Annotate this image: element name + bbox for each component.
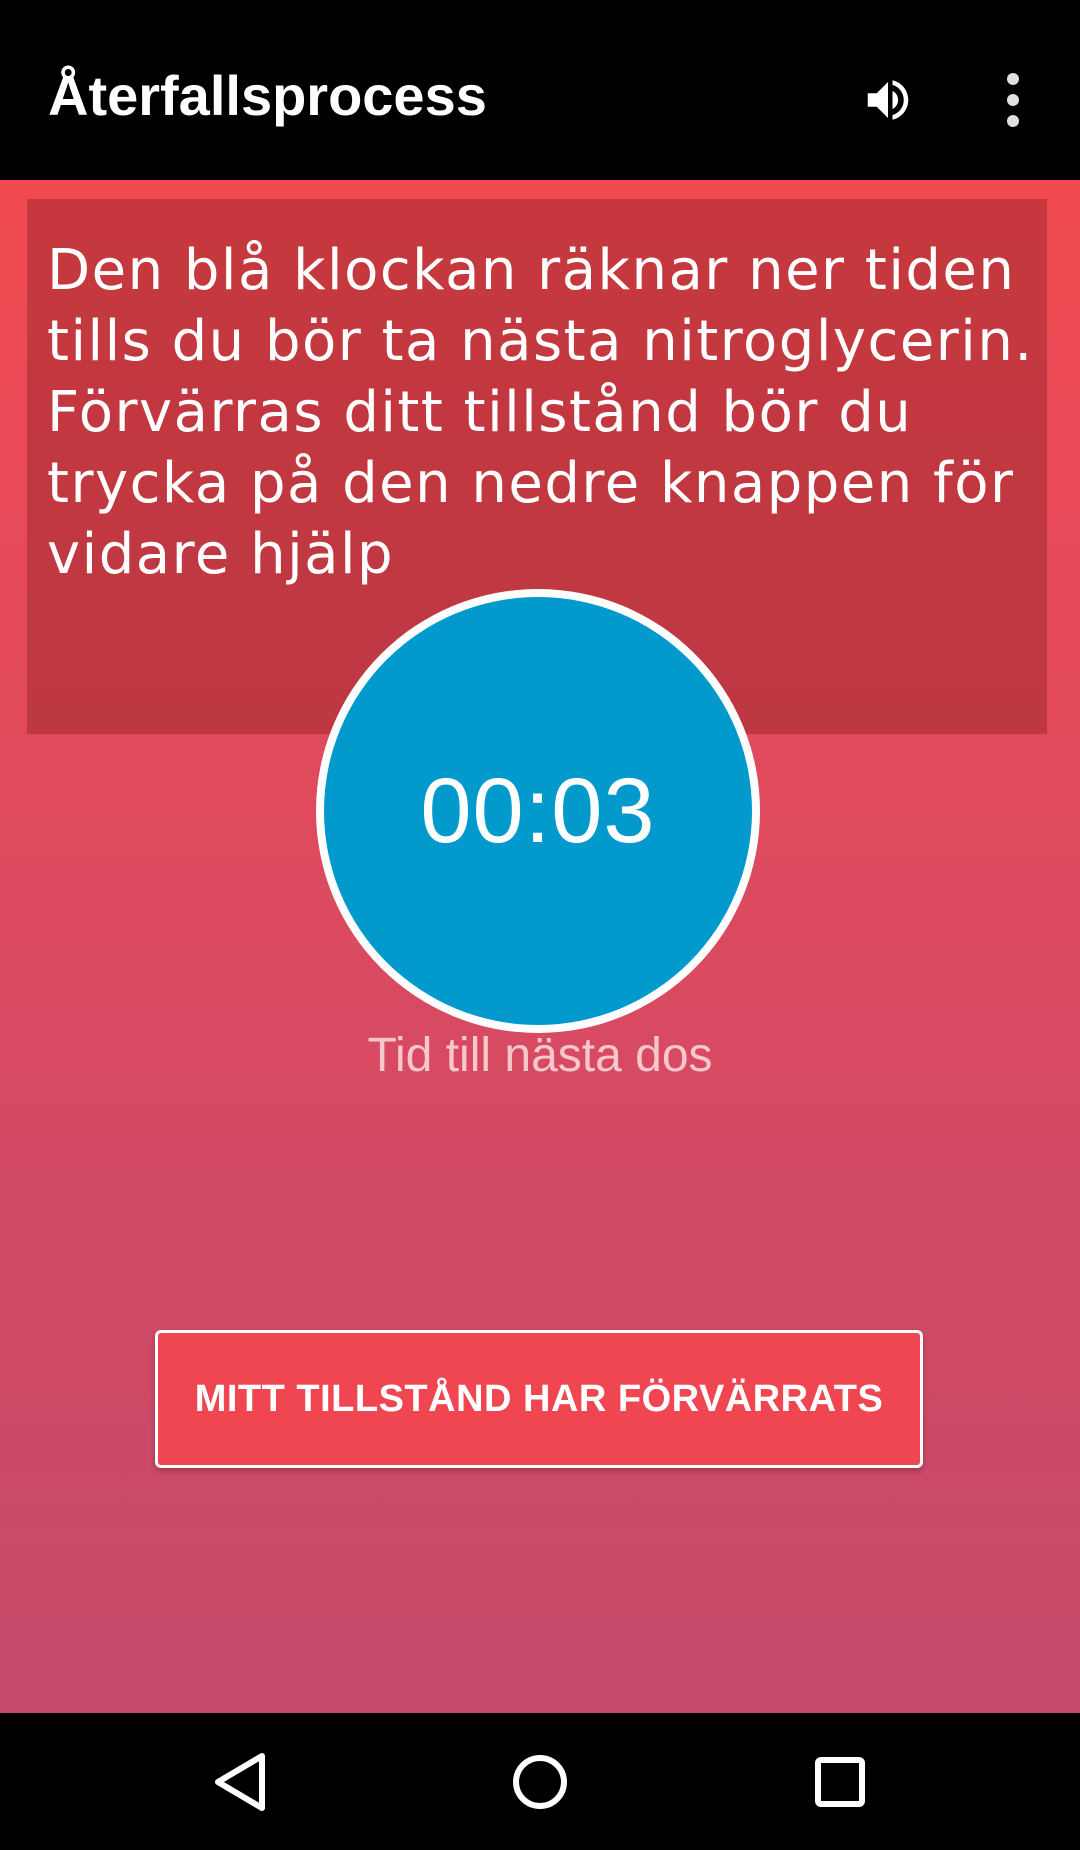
app-title: Återfallsprocess (48, 64, 487, 127)
nav-back-button[interactable] (185, 1727, 295, 1837)
system-nav-bar (0, 1713, 1080, 1850)
main-content: Den blå klockan räknar ner tiden tills d… (0, 180, 1080, 1713)
home-circle-icon (513, 1755, 567, 1809)
timer-value: 00:03 (420, 759, 656, 862)
countdown-timer: 00:03 (316, 589, 760, 1033)
back-triangle-icon (215, 1753, 265, 1811)
app-bar: Återfallsprocess (0, 0, 1080, 180)
timer-face: 00:03 (324, 597, 752, 1025)
volume-button[interactable] (843, 55, 933, 145)
condition-worsened-button[interactable]: MITT TILLSTÅND HAR FÖRVÄRRATS (155, 1330, 923, 1468)
volume-up-icon (867, 80, 909, 120)
overflow-menu-button[interactable] (968, 55, 1058, 145)
recents-square-icon (815, 1757, 865, 1807)
nav-home-button[interactable] (485, 1727, 595, 1837)
overflow-menu-icon (1007, 73, 1019, 127)
timer-caption: Tid till nästa dos (367, 1029, 713, 1082)
nav-recents-button[interactable] (785, 1727, 895, 1837)
info-text: Den blå klockan räknar ner tiden tills d… (47, 238, 1034, 587)
